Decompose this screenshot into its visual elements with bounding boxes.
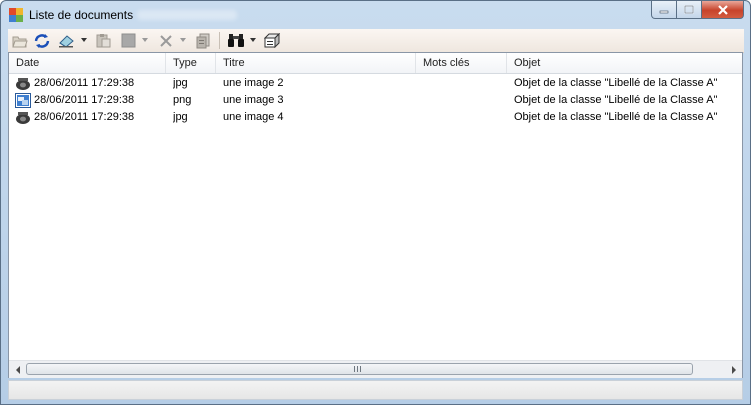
jpg-file-icon bbox=[16, 112, 30, 124]
column-header-titre[interactable]: Titre bbox=[216, 53, 416, 73]
paste-button[interactable] bbox=[94, 32, 112, 49]
properties-dropdown-arrow[interactable] bbox=[142, 38, 148, 42]
open-icon bbox=[12, 36, 28, 47]
scroll-left-button[interactable] bbox=[9, 361, 26, 378]
date-cell: 28/06/2011 17:29:38 bbox=[34, 94, 135, 106]
minimize-icon bbox=[659, 10, 669, 13]
minimize-button[interactable] bbox=[651, 1, 677, 19]
table-row[interactable]: 28/06/2011 17:29:38 jpg une image 2 Obje… bbox=[9, 75, 742, 92]
refresh-icon bbox=[34, 33, 50, 48]
type-cell: jpg bbox=[173, 77, 188, 89]
binoculars-icon bbox=[228, 34, 244, 47]
document-list-window: Liste de documents Date Type Titre Mots … bbox=[0, 0, 751, 405]
status-bar bbox=[8, 380, 743, 400]
window-title: Liste de documents bbox=[29, 8, 134, 22]
close-icon bbox=[717, 4, 728, 15]
search-button[interactable] bbox=[226, 32, 246, 49]
refresh-button[interactable] bbox=[32, 32, 52, 49]
objet-cell: Objet de la classe "Libellé de la Classe… bbox=[514, 77, 718, 89]
type-cell: jpg bbox=[173, 111, 188, 123]
app-icon bbox=[9, 8, 23, 22]
column-header-type[interactable]: Type bbox=[166, 53, 216, 73]
date-cell: 28/06/2011 17:29:38 bbox=[34, 77, 135, 89]
paste-icon bbox=[96, 34, 111, 48]
png-file-icon bbox=[15, 93, 31, 108]
view-button[interactable] bbox=[263, 32, 281, 49]
table-row[interactable]: 28/06/2011 17:29:38 png une image 3 Obje… bbox=[9, 92, 742, 109]
scroll-right-button[interactable] bbox=[725, 361, 742, 378]
open-button[interactable] bbox=[11, 32, 29, 49]
edit-button[interactable] bbox=[57, 32, 77, 49]
properties-button[interactable] bbox=[119, 32, 137, 49]
column-header-objet[interactable]: Objet bbox=[507, 53, 742, 73]
column-header-date[interactable]: Date bbox=[9, 53, 166, 73]
objet-cell: Objet de la classe "Libellé de la Classe… bbox=[514, 94, 718, 106]
view-icon bbox=[264, 33, 280, 48]
title-bar[interactable]: Liste de documents bbox=[1, 1, 750, 29]
search-dropdown-arrow[interactable] bbox=[250, 38, 256, 42]
objet-cell: Objet de la classe "Libellé de la Classe… bbox=[514, 111, 718, 123]
maximize-icon bbox=[684, 5, 694, 14]
edit-dropdown-arrow[interactable] bbox=[81, 38, 87, 42]
titre-cell: une image 3 bbox=[223, 94, 284, 106]
jpg-file-icon bbox=[16, 78, 30, 90]
column-header-mots-cles[interactable]: Mots clés bbox=[416, 53, 507, 73]
edit-icon bbox=[59, 34, 74, 48]
arrow-right-icon bbox=[731, 365, 736, 374]
titre-cell: une image 4 bbox=[223, 111, 284, 123]
date-cell: 28/06/2011 17:29:38 bbox=[34, 111, 135, 123]
properties-icon bbox=[121, 33, 135, 48]
delete-dropdown-arrow[interactable] bbox=[180, 38, 186, 42]
table-row[interactable]: 28/06/2011 17:29:38 jpg une image 4 Obje… bbox=[9, 109, 742, 126]
grip-icon bbox=[354, 366, 361, 372]
maximize-button[interactable] bbox=[676, 1, 702, 19]
document-list[interactable]: Date Type Titre Mots clés Objet 28/06/20… bbox=[8, 52, 743, 378]
delete-button[interactable] bbox=[157, 32, 175, 49]
document-icon bbox=[196, 33, 210, 48]
arrow-left-icon bbox=[15, 365, 20, 374]
horizontal-scrollbar[interactable] bbox=[9, 360, 742, 378]
type-cell: png bbox=[173, 94, 192, 106]
title-blur bbox=[137, 10, 237, 20]
close-button[interactable] bbox=[701, 1, 744, 19]
toolbar bbox=[8, 29, 744, 53]
document-button[interactable] bbox=[194, 32, 212, 49]
toolbar-separator bbox=[219, 32, 220, 49]
scroll-thumb[interactable] bbox=[26, 363, 693, 375]
titre-cell: une image 2 bbox=[223, 77, 284, 89]
list-header: Date Type Titre Mots clés Objet bbox=[9, 53, 742, 74]
delete-icon bbox=[160, 34, 172, 47]
